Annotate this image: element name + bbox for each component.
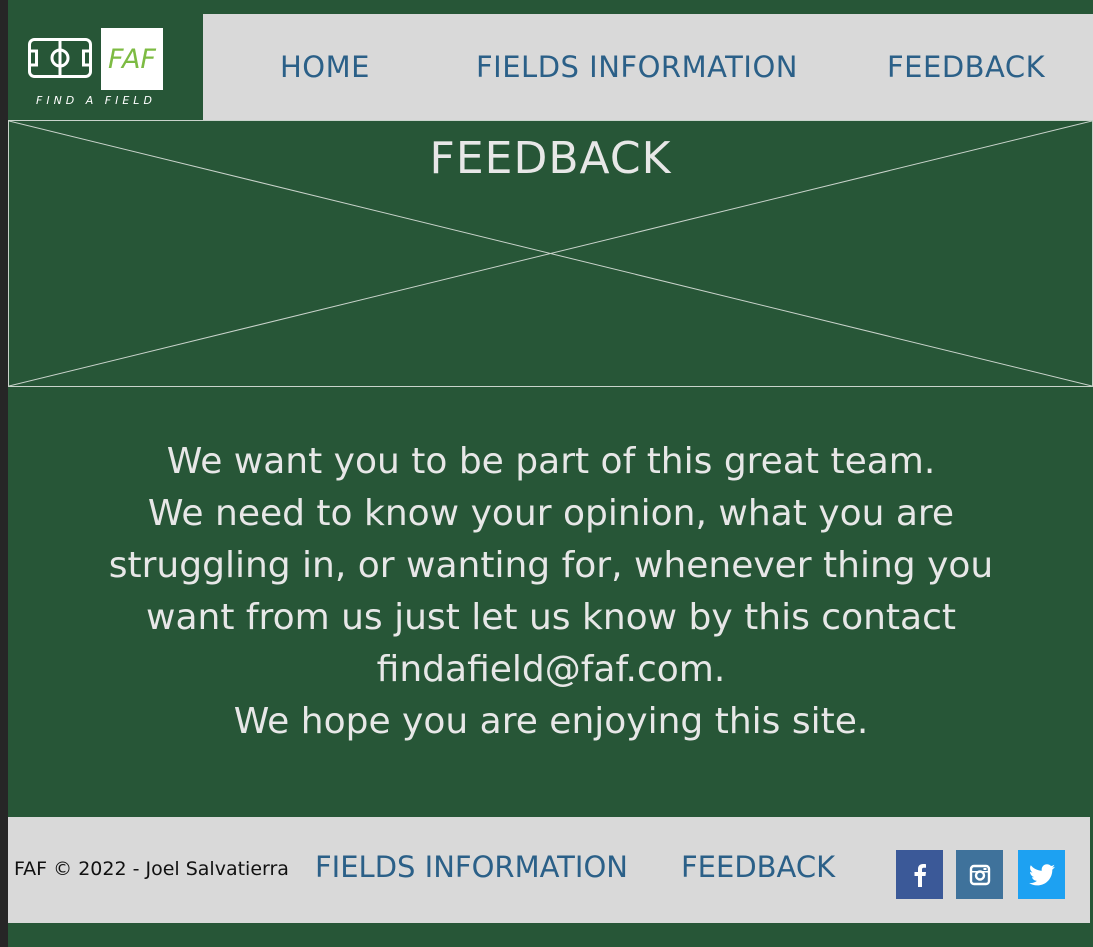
message-line-3: We hope you are enjoying this site. xyxy=(233,701,869,742)
footer-fields-information-link[interactable]: FIELDS INFORMATION xyxy=(315,850,628,884)
instagram-icon xyxy=(969,864,990,885)
site-footer: FAF © 2022 - Joel Salvatierra FIELDS INF… xyxy=(8,817,1090,923)
message-line-2: We need to know your opinion, what you a… xyxy=(108,493,994,690)
hero-banner: FEEDBACK xyxy=(8,120,1093,387)
logo[interactable]: FAF FIND A FIELD xyxy=(8,14,203,120)
nav-home[interactable]: HOME xyxy=(280,50,370,84)
left-edge-strip xyxy=(0,0,8,947)
nav-fields-information[interactable]: FIELDS INFORMATION xyxy=(476,50,798,84)
top-strip xyxy=(8,0,1093,14)
twitter-button[interactable] xyxy=(1018,850,1065,899)
feedback-message: We want you to be part of this great tea… xyxy=(60,436,1042,748)
main-nav: HOME FIELDS INFORMATION FEEDBACK xyxy=(203,14,1093,120)
twitter-icon xyxy=(1028,863,1055,885)
instagram-button[interactable] xyxy=(956,850,1003,899)
facebook-icon xyxy=(914,863,926,887)
logo-tagline: FIND A FIELD xyxy=(36,94,156,107)
facebook-button[interactable] xyxy=(896,850,943,899)
field-icon xyxy=(28,38,92,78)
message-line-1: We want you to be part of this great tea… xyxy=(166,441,936,482)
copyright: FAF © 2022 - Joel Salvatierra xyxy=(14,858,289,880)
logo-badge: FAF xyxy=(101,28,163,90)
page-title: FEEDBACK xyxy=(429,133,672,184)
footer-feedback-link[interactable]: FEEDBACK xyxy=(681,850,835,884)
nav-feedback[interactable]: FEEDBACK xyxy=(887,50,1045,84)
